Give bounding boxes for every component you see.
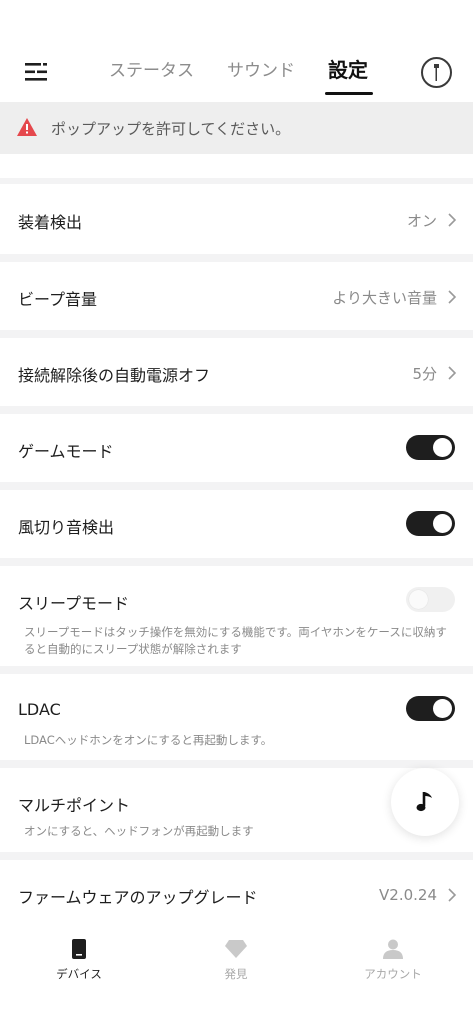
tab-sound[interactable]: サウンド (227, 56, 295, 81)
popup-warning-banner[interactable]: ポップアップを許可してください。 (0, 102, 473, 154)
setting-label: ビープ音量 (18, 290, 98, 309)
person-icon (383, 939, 403, 959)
chevron-right-icon (448, 290, 457, 304)
setting-ldac: LDAC LDACヘッドホンをオンにすると再起動します。 (0, 674, 473, 760)
music-player-button[interactable] (391, 768, 459, 836)
music-note-icon (416, 792, 432, 812)
setting-wear-detection[interactable]: 装着検出 オン (0, 184, 473, 254)
setting-label: 風切り音検出 (18, 518, 115, 537)
setting-beep-volume[interactable]: ビープ音量 より大きい音量 (0, 262, 473, 330)
diamond-icon (225, 940, 247, 958)
toggle-knob (409, 590, 428, 609)
setting-value: V2.0.24 (379, 886, 437, 904)
setting-sleep-mode: スリープモード スリープモードはタッチ操作を無効にする機能です。両イヤホンをケー… (0, 566, 473, 666)
setting-game-mode: ゲームモード (0, 414, 473, 482)
setting-wind-noise-detection: 風切り音検出 (0, 490, 473, 558)
setting-label: 装着検出 (18, 213, 83, 232)
setting-value: より大きい音量 (332, 289, 437, 307)
active-tab-indicator (325, 92, 373, 95)
bottom-navigation: デバイス 発見 アカウント (0, 920, 473, 1024)
toggle-knob (433, 514, 452, 533)
list-top-strip (0, 154, 473, 178)
setting-label: スリープモード (18, 594, 130, 613)
top-header: ステータス サウンド 設定 (0, 0, 473, 102)
setting-firmware-upgrade[interactable]: ファームウェアのアップグレード V2.0.24 (0, 860, 473, 920)
sleep-mode-toggle[interactable] (406, 587, 455, 612)
nav-label: アカウント (364, 967, 422, 981)
tab-settings[interactable]: 設定 (328, 54, 368, 83)
app-screen: ステータス サウンド 設定 ポップアップを許可してください。 装着検出 オン ビ… (0, 0, 473, 1024)
earbud-icon (434, 64, 439, 81)
setting-value: 5分 (412, 365, 437, 383)
setting-label: ゲームモード (18, 442, 114, 461)
nav-label: デバイス (56, 967, 102, 981)
nav-device[interactable]: デバイス (19, 938, 139, 982)
device-icon (72, 939, 86, 959)
setting-auto-power-off[interactable]: 接続解除後の自動電源オフ 5分 (0, 338, 473, 406)
nav-account[interactable]: アカウント (333, 938, 453, 982)
toggle-knob (433, 699, 452, 718)
setting-description: オンにすると、ヘッドフォンが再起動します (24, 824, 254, 838)
chevron-right-icon (448, 366, 457, 380)
device-button[interactable] (421, 57, 452, 88)
setting-description: スリープモードはタッチ操作を無効にする機能です。両イヤホンをケースに収納すると自… (24, 625, 447, 656)
tab-bar: ステータス サウンド 設定 (95, 52, 395, 102)
setting-label: 接続解除後の自動電源オフ (18, 366, 211, 385)
warning-text: ポップアップを許可してください。 (51, 120, 291, 138)
setting-label: マルチポイント (18, 796, 131, 815)
game-mode-toggle[interactable] (406, 435, 455, 460)
menu-button[interactable] (22, 58, 50, 86)
setting-label: LDAC (18, 700, 61, 719)
menu-icon (25, 63, 47, 81)
nav-label: 発見 (224, 967, 248, 981)
toggle-knob (433, 438, 452, 457)
wind-noise-toggle[interactable] (406, 511, 455, 536)
tab-status[interactable]: ステータス (109, 56, 194, 81)
chevron-right-icon (448, 888, 457, 902)
chevron-right-icon (448, 213, 457, 227)
setting-description: LDACヘッドホンをオンにすると再起動します。 (24, 733, 273, 747)
ldac-toggle[interactable] (406, 696, 455, 721)
setting-value: オン (406, 212, 437, 230)
nav-discover[interactable]: 発見 (176, 938, 296, 982)
setting-label: ファームウェアのアップグレード (18, 888, 258, 907)
warning-icon (17, 118, 37, 136)
